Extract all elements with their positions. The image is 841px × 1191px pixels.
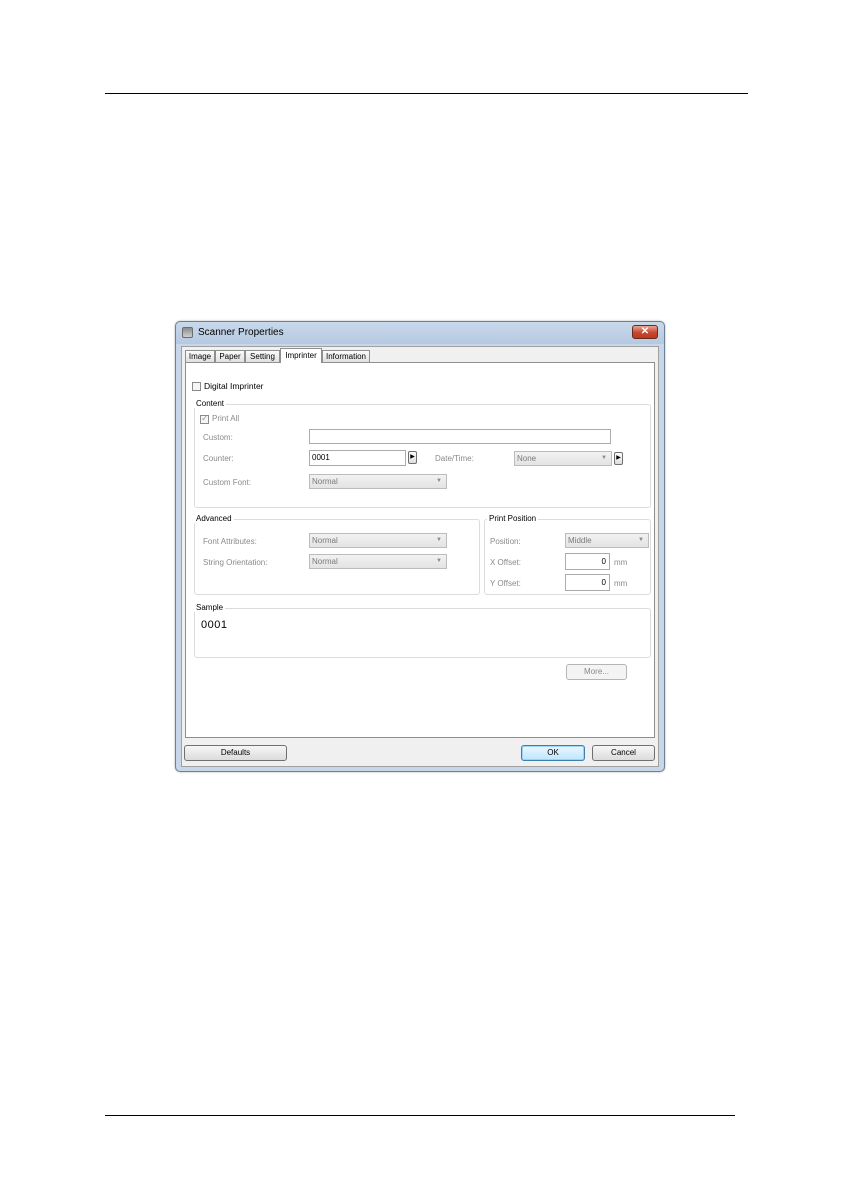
arrow-right-icon: ▶	[410, 454, 415, 460]
imprinter-panel: Digital Imprinter Content ✓ Print All Cu…	[185, 362, 655, 738]
advanced-group: Advanced Font Attributes: Normal ▼ Strin…	[194, 514, 480, 595]
tab-information[interactable]: Information	[322, 350, 370, 362]
close-button[interactable]: ✕	[632, 325, 658, 339]
counter-label: Counter:	[203, 454, 234, 463]
window-title: Scanner Properties	[198, 327, 284, 338]
chevron-down-icon: ▼	[638, 537, 644, 543]
x-offset-input[interactable]: 0	[565, 553, 610, 570]
check-icon: ✓	[201, 413, 209, 423]
y-offset-label: Y Offset:	[490, 579, 521, 588]
counter-spin-button[interactable]: ▶	[408, 451, 417, 464]
datetime-spin-button[interactable]: ▶	[614, 452, 623, 465]
chevron-down-icon: ▼	[436, 558, 442, 564]
sample-group-title: Sample	[194, 603, 226, 612]
tab-paper[interactable]: Paper	[215, 350, 245, 362]
content-group-title: Content	[194, 399, 227, 408]
print-position-group-title: Print Position	[487, 514, 539, 523]
custom-font-value: Normal	[312, 477, 338, 486]
font-attributes-value: Normal	[312, 536, 338, 545]
x-offset-label: X Offset:	[490, 558, 521, 567]
datetime-value: None	[517, 454, 537, 463]
header-rule	[105, 93, 748, 94]
sample-text: 0001	[201, 619, 228, 631]
scanner-properties-window: Scanner Properties ✕ Image Paper Setting…	[175, 321, 665, 772]
advanced-group-title: Advanced	[194, 514, 234, 523]
digital-imprinter-label: Digital Imprinter	[204, 381, 264, 391]
more-button[interactable]: More...	[566, 664, 627, 680]
tab-setting[interactable]: Setting	[245, 350, 280, 362]
chevron-down-icon: ▼	[601, 455, 607, 461]
string-orientation-label: String Orientation:	[203, 558, 268, 567]
tab-image[interactable]: Image	[185, 350, 215, 362]
defaults-button[interactable]: Defaults	[184, 745, 287, 761]
x-offset-unit: mm	[614, 558, 628, 567]
arrow-right-icon: ▶	[616, 455, 621, 461]
font-attributes-select[interactable]: Normal ▼	[309, 533, 447, 548]
custom-font-label: Custom Font:	[203, 478, 252, 487]
ok-button[interactable]: OK	[521, 745, 585, 761]
datetime-label: Date/Time:	[435, 454, 474, 463]
position-select[interactable]: Middle ▼	[565, 533, 649, 548]
position-value: Middle	[568, 536, 592, 545]
print-all-checkbox[interactable]: ✓	[200, 413, 209, 424]
tab-imprinter[interactable]: Imprinter	[280, 348, 322, 363]
custom-input[interactable]	[309, 429, 611, 444]
counter-input[interactable]: 0001	[309, 450, 406, 466]
custom-label: Custom:	[203, 433, 233, 442]
cancel-button[interactable]: Cancel	[592, 745, 655, 761]
string-orientation-select[interactable]: Normal ▼	[309, 554, 447, 569]
print-all-label: Print All	[212, 414, 240, 423]
custom-font-select[interactable]: Normal ▼	[309, 474, 447, 489]
title-bar[interactable]: Scanner Properties ✕	[176, 322, 664, 344]
scanner-icon	[182, 327, 193, 338]
digital-imprinter-checkbox[interactable]	[192, 382, 201, 391]
chevron-down-icon: ▼	[436, 478, 442, 484]
sample-group: Sample 0001	[194, 603, 651, 658]
footer-rule	[105, 1115, 735, 1116]
y-offset-input[interactable]: 0	[565, 574, 610, 591]
print-position-group: Print Position Position: Middle ▼ X Offs…	[484, 514, 651, 595]
content-group: Content ✓ Print All Custom: Counter: 000…	[194, 399, 651, 508]
font-attributes-label: Font Attributes:	[203, 537, 257, 546]
chevron-down-icon: ▼	[436, 537, 442, 543]
datetime-select[interactable]: None ▼	[514, 451, 612, 466]
string-orientation-value: Normal	[312, 557, 338, 566]
dialog-client-area: Image Paper Setting Imprinter Informatio…	[181, 346, 659, 767]
y-offset-unit: mm	[614, 579, 628, 588]
position-label: Position:	[490, 537, 521, 546]
